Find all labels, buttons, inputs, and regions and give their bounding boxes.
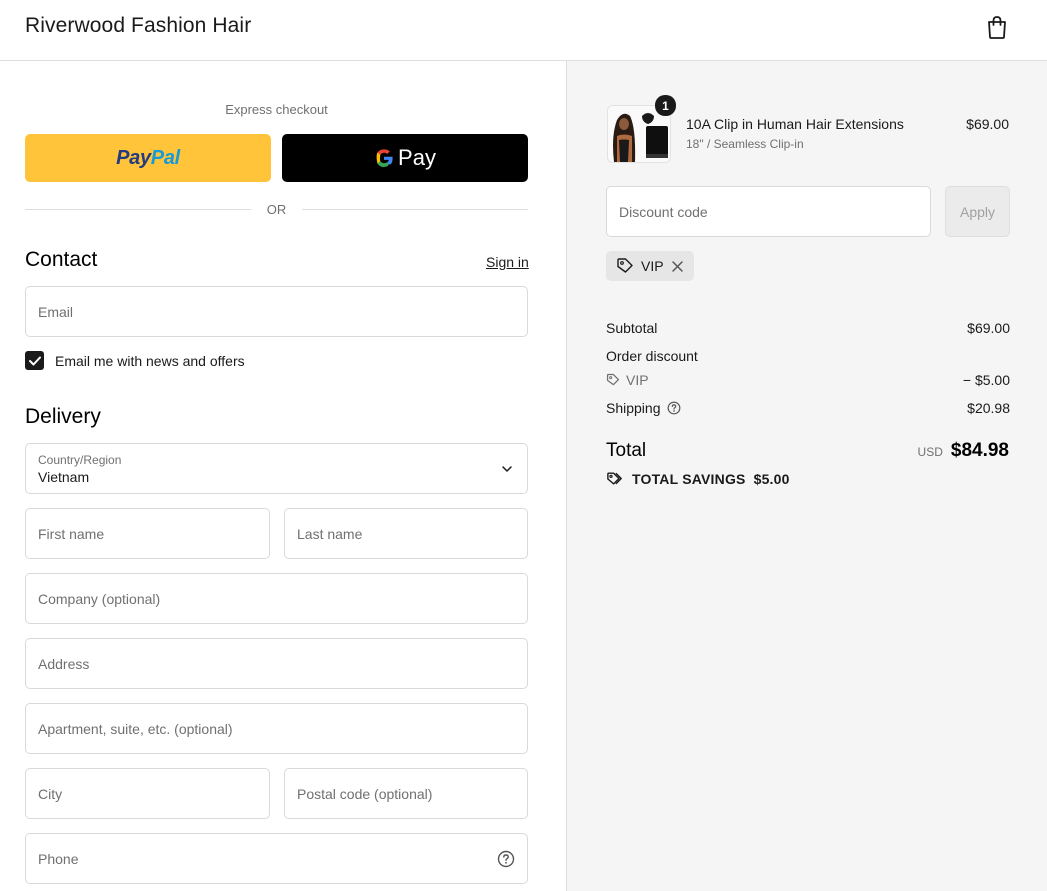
checkmark-icon [28,356,41,365]
total-savings-row: TOTAL SAVINGS $5.00 [606,471,790,487]
subtotal-row: Subtotal $69.00 [606,320,1010,336]
savings-label: TOTAL SAVINGS [632,471,746,487]
discount-code-placeholder: Discount code [619,204,708,220]
city-placeholder: City [38,786,63,802]
sign-in-link[interactable]: Sign in [486,254,529,270]
remove-discount-button[interactable] [671,260,684,273]
product-name: 10A Clip in Human Hair Extensions [686,116,904,132]
delivery-title: Delivery [25,405,101,428]
phone-input[interactable]: Phone [25,833,528,884]
city-input[interactable]: City [25,768,270,819]
apartment-input[interactable]: Apartment, suite, etc. (optional) [25,703,528,754]
express-checkout-label: Express checkout [225,102,328,117]
applied-discount-code: VIP [641,258,664,274]
savings-value: $5.00 [753,471,790,487]
shipping-row: Shipping $20.98 [606,400,1010,416]
postal-code-input[interactable]: Postal code (optional) [284,768,528,819]
address-placeholder: Address [38,656,90,672]
apply-discount-button[interactable]: Apply [945,186,1010,237]
discount-code-input[interactable]: Discount code [606,186,931,237]
subtotal-label: Subtotal [606,320,658,336]
newsletter-checkbox[interactable] [25,351,44,370]
checkout-form: Express checkout PayPal Pay OR Contact S… [0,61,566,891]
total-label: Total [606,440,647,461]
google-pay-label: Pay [398,145,436,170]
address-input[interactable]: Address [25,638,528,689]
divider-line [302,208,528,210]
question-circle-icon[interactable] [497,850,515,868]
order-discount-label: Order discount [606,348,698,364]
or-text: OR [266,201,287,217]
order-summary: 1 10A Clip in Human Hair Extensions 18" … [566,61,1047,891]
first-name-placeholder: First name [38,526,105,542]
newsletter-label: Email me with news and offers [55,352,245,369]
store-name[interactable]: Riverwood Fashion Hair [25,14,251,38]
tag-icon [617,258,633,273]
shipping-label: Shipping [606,400,661,416]
newsletter-option[interactable]: Email me with news and offers [25,351,245,370]
company-placeholder: Company (optional) [38,591,161,607]
country-label: Country/Region [38,453,122,467]
country-select[interactable]: Country/Region Vietnam [25,443,528,494]
order-discount-row: Order discount [606,348,1010,364]
page-header: Riverwood Fashion Hair [0,0,1047,61]
product-variant: 18" / Seamless Clip-in [686,137,804,151]
tags-icon [607,472,622,485]
chevron-down-icon [502,466,512,472]
email-input[interactable]: Email [25,286,528,337]
company-input[interactable]: Company (optional) [25,573,528,624]
close-icon [671,260,683,272]
last-name-input[interactable]: Last name [284,508,528,559]
discount-detail-row: VIP − $5.00 [606,372,1010,390]
discount-code-label: VIP [626,372,649,388]
apartment-placeholder: Apartment, suite, etc. (optional) [38,721,233,737]
paypal-logo: PayPal [116,146,180,169]
total-amount: $84.98 [950,440,1009,461]
email-placeholder: Email [38,304,74,320]
total-value-group: USD $84.98 [918,440,1009,462]
discount-value: − $5.00 [962,372,1010,388]
postal-code-placeholder: Postal code (optional) [297,786,433,802]
subtotal-value: $69.00 [967,320,1010,336]
or-divider: OR [25,199,528,219]
contact-title: Contact [25,248,98,271]
last-name-placeholder: Last name [297,526,363,542]
question-circle-icon[interactable] [667,401,681,415]
product-price: $69.00 [966,116,1009,132]
shopping-bag-icon[interactable] [985,14,1009,40]
tag-icon [606,373,620,386]
quantity-badge: 1 [655,95,676,116]
applied-discount-chip: VIP [606,251,694,281]
first-name-input[interactable]: First name [25,508,270,559]
paypal-button[interactable]: PayPal [25,134,271,182]
divider-line [25,208,251,210]
google-g-icon [376,149,393,167]
country-value: Vietnam [38,469,90,485]
phone-placeholder: Phone [38,851,79,867]
google-pay-button[interactable]: Pay [282,134,528,182]
shipping-value: $20.98 [967,400,1010,416]
total-currency: USD [917,445,943,459]
